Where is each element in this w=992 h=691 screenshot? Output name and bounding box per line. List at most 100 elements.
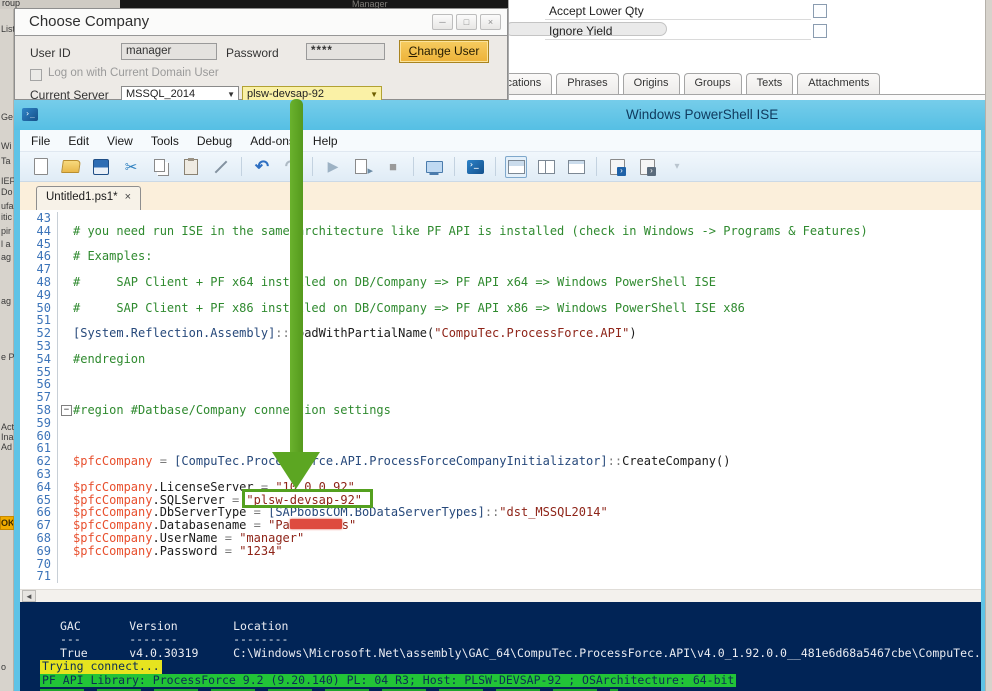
code-segment: .Databasename	[152, 519, 246, 532]
console-status-row: Trying connect...	[40, 660, 981, 673]
code-segment: $pfcCompany	[73, 519, 152, 532]
choose-company-dialog: Choose Company ─ □ × User ID manager Pas…	[14, 8, 508, 100]
editor-line-43[interactable]: 43	[20, 212, 981, 225]
left-strip-fragment: Ta	[1, 156, 14, 166]
password-label: Password	[226, 46, 279, 60]
editor-line-62[interactable]: 62$pfcCompany = [CompuTec.ProcessForce.A…	[20, 455, 981, 468]
password-field[interactable]: ****	[306, 43, 385, 60]
fold-gutter	[58, 302, 73, 315]
chevron-down-icon[interactable]: ▼	[370, 90, 378, 99]
editor-line-50[interactable]: 50# SAP Client + PF x86 installed on DB/…	[20, 302, 981, 315]
script-tab-untitled1[interactable]: Untitled1.ps1* ×	[36, 186, 141, 210]
editor-line-70[interactable]: 70	[20, 558, 981, 571]
copy-icon[interactable]	[150, 156, 172, 178]
remote-session-icon[interactable]	[423, 156, 445, 178]
user-id-field[interactable]: manager	[121, 43, 217, 60]
fold-gutter	[58, 468, 73, 481]
menu-help[interactable]: Help	[304, 131, 347, 151]
left-strip-fragment: itic	[1, 212, 14, 222]
fold-gutter	[58, 545, 73, 558]
editor-line-45[interactable]: 45	[20, 238, 981, 251]
menu-debug[interactable]: Debug	[188, 131, 241, 151]
menu-edit[interactable]: Edit	[59, 131, 98, 151]
dialog-titlebar[interactable]: Choose Company ─ □ ×	[15, 9, 507, 36]
new-remote-tab-icon[interactable]	[636, 156, 658, 178]
new-file-icon[interactable]	[30, 156, 52, 178]
cut-icon[interactable]: ✂	[120, 156, 142, 178]
line-number: 69	[20, 545, 58, 558]
ise-titlebar[interactable]: ›_ Windows PowerShell ISE	[14, 100, 985, 130]
run-script-icon[interactable]: ▶	[322, 156, 344, 178]
stop-icon[interactable]: ■	[382, 156, 404, 178]
script-tab-strip: Untitled1.ps1* ×	[20, 182, 981, 210]
editor-line-55[interactable]: 55	[20, 366, 981, 379]
scroll-left-icon[interactable]: ◄	[22, 590, 36, 602]
editor-line-71[interactable]: 71	[20, 570, 981, 583]
editor-line-46[interactable]: 46# Examples:	[20, 250, 981, 263]
console-table-row: --- ------- --------	[40, 633, 981, 646]
accept-lower-qty-checkbox[interactable]	[813, 4, 827, 18]
editor-line-44[interactable]: 44# you need run ISE in the same archite…	[20, 225, 981, 238]
editor-line-53[interactable]: 53	[20, 340, 981, 353]
fold-gutter	[58, 417, 73, 430]
console-pane[interactable]: GAC Version Location--- ------- --------…	[20, 602, 981, 691]
left-strip-fragment: ag	[1, 252, 14, 262]
background-left-strip: ListGeWiTaIEFDoufaiticpirl aagage PActIn…	[0, 0, 14, 691]
editor-line-48[interactable]: 48# SAP Client + PF x64 installed on DB/…	[20, 276, 981, 289]
tab-ications[interactable]: ications	[509, 73, 552, 95]
horizontal-scrollbar[interactable]: ◄	[20, 589, 981, 602]
editor-line-59[interactable]: 59	[20, 417, 981, 430]
editor-line-49[interactable]: 49	[20, 289, 981, 302]
powershell-console-icon[interactable]	[464, 156, 486, 178]
domain-user-checkbox[interactable]	[30, 69, 42, 81]
editor-line-54[interactable]: 54#endregion	[20, 353, 981, 366]
code-segment: .Password	[152, 545, 217, 558]
menu-file[interactable]: File	[22, 131, 59, 151]
undo-icon[interactable]: ↶	[251, 156, 273, 178]
editor-line-69[interactable]: 69$pfcCompany.Password = "1234"	[20, 545, 981, 558]
open-folder-icon[interactable]	[60, 156, 82, 178]
left-strip-fragment: ufa	[1, 201, 14, 211]
minimize-icon[interactable]: ─	[432, 14, 453, 30]
left-strip-fragment: Ge	[1, 112, 14, 122]
line-number: 49	[20, 289, 58, 302]
layout-maximize-script-icon[interactable]	[565, 156, 587, 178]
left-strip-fragment[interactable]: OK	[0, 516, 14, 530]
editor-lines[interactable]: 4344# you need run ISE in the same archi…	[20, 210, 981, 589]
editor-line-68[interactable]: 68$pfcCompany.UserName = "manager"	[20, 532, 981, 545]
editor-line-63[interactable]: 63	[20, 468, 981, 481]
run-selection-icon[interactable]	[352, 156, 374, 178]
code-segment: ::	[275, 327, 289, 340]
ignore-yield-checkbox[interactable]	[813, 24, 827, 38]
tab-groups[interactable]: Groups	[684, 73, 742, 95]
close-tab-icon[interactable]: ×	[125, 191, 131, 210]
save-icon[interactable]	[90, 156, 112, 178]
screen: ListGeWiTaIEFDoufaiticpirl aagage PActIn…	[0, 0, 992, 691]
editor-line-67[interactable]: 67$pfcCompany.Databasename = "Pas"	[20, 519, 981, 532]
maximize-icon[interactable]: □	[456, 14, 477, 30]
paste-icon[interactable]	[180, 156, 202, 178]
toolbar-overflow-icon[interactable]: ▾	[666, 156, 688, 178]
fold-gutter	[58, 327, 73, 340]
layout-split-horizontal-icon[interactable]	[505, 156, 527, 178]
new-powershell-tab-icon[interactable]	[606, 156, 628, 178]
menu-tools[interactable]: Tools	[142, 131, 188, 151]
fold-collapse-icon[interactable]	[58, 404, 73, 417]
layout-split-vertical-icon[interactable]	[535, 156, 557, 178]
editor-line-60[interactable]: 60	[20, 430, 981, 443]
tab-origins[interactable]: Origins	[623, 73, 680, 95]
editor-line-58[interactable]: 58#region #Datbase/Company connection se…	[20, 404, 981, 417]
clear-pane-icon[interactable]	[210, 156, 232, 178]
chevron-down-icon[interactable]: ▼	[227, 90, 235, 99]
toolbar-separator	[495, 157, 496, 176]
editor-line-56[interactable]: 56	[20, 378, 981, 391]
console-table-row: GAC Version Location	[40, 620, 981, 633]
tab-attachments[interactable]: Attachments	[797, 73, 880, 95]
tab-texts[interactable]: Texts	[746, 73, 794, 95]
menu-view[interactable]: View	[98, 131, 142, 151]
change-user-button[interactable]: Change User	[399, 40, 489, 63]
editor-line-64[interactable]: 64$pfcCompany.LicenseServer = "10.0.0.92…	[20, 481, 981, 494]
tab-phrases[interactable]: Phrases	[556, 73, 618, 95]
close-icon[interactable]: ×	[480, 14, 501, 30]
editor-line-52[interactable]: 52[System.Reflection.Assembly]::LoadWith…	[20, 327, 981, 340]
